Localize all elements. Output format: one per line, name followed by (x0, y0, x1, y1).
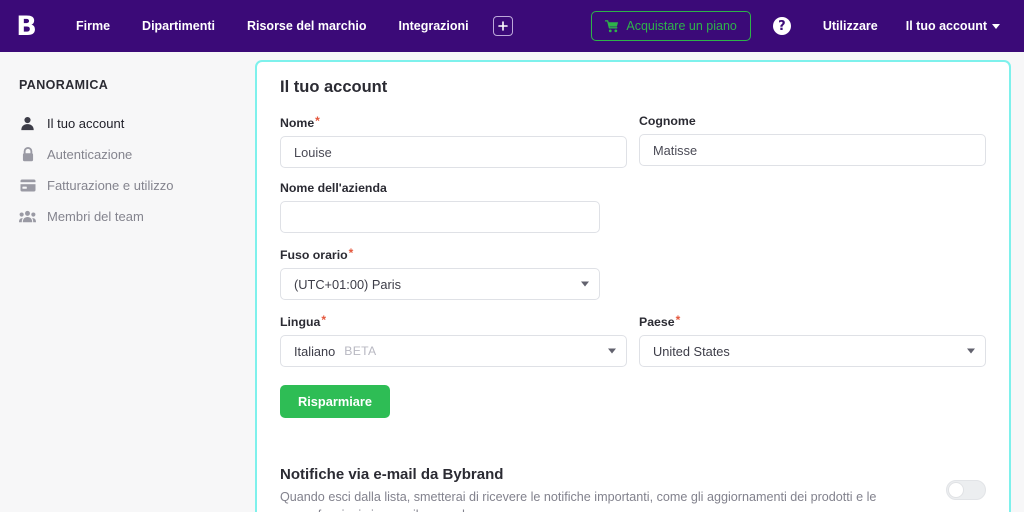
toggle-knob (948, 482, 964, 498)
account-menu-label: Il tuo account (905, 19, 987, 33)
first-name-input[interactable] (280, 136, 627, 168)
page-body: PANORAMICA Il tuo account Autenticazione… (0, 52, 1024, 512)
user-icon (19, 116, 36, 131)
timezone-field: Fuso orario* (UTC+01:00) Paris (280, 246, 986, 300)
country-label: Paese* (639, 313, 681, 329)
shopping-cart-icon (605, 19, 619, 32)
people-group-icon (19, 210, 36, 223)
credit-card-icon (19, 179, 36, 192)
timezone-select-value[interactable]: (UTC+01:00) Paris (280, 268, 600, 300)
first-name-field: Nome* (280, 114, 627, 168)
main-content: Il tuo account Nome* Cognome (250, 52, 1024, 512)
required-marker: * (675, 313, 681, 327)
sidebar: PANORAMICA Il tuo account Autenticazione… (0, 52, 250, 512)
lock-icon (19, 147, 36, 162)
buy-plan-button[interactable]: Acquistare un piano (591, 11, 751, 41)
email-notifications-description: Quando esci dalla lista, smetterai di ri… (280, 490, 877, 512)
locale-row: Lingua* Italiano BETA Paese* United Stat… (280, 313, 986, 380)
sidebar-item-label: Fatturazione e utilizzo (47, 178, 174, 193)
nav-link-firme[interactable]: Firme (60, 0, 126, 52)
company-name-label: Nome dell'azienda (280, 181, 387, 195)
account-settings-card: Il tuo account Nome* Cognome (255, 60, 1011, 512)
page-title: Il tuo account (280, 78, 388, 96)
country-field: Paese* United States (639, 313, 986, 367)
sidebar-item-label: Autenticazione (47, 147, 133, 162)
company-name-field: Nome dell'azienda (280, 181, 986, 233)
timezone-select[interactable]: (UTC+01:00) Paris (280, 268, 600, 300)
bybrand-logo[interactable]: B (0, 0, 52, 52)
email-notifications-text: Notifiche via e-mail da Bybrand Quando e… (280, 466, 895, 512)
last-name-field: Cognome (639, 114, 986, 166)
email-notifications-title: Notifiche via e-mail da Bybrand (280, 466, 504, 483)
sidebar-item-fatturazione-e-utilizzo[interactable]: Fatturazione e utilizzo (19, 170, 250, 201)
email-notifications-section: Notifiche via e-mail da Bybrand Quando e… (280, 466, 986, 512)
nav-link-dipartimenti[interactable]: Dipartimenti (126, 0, 231, 52)
last-name-input[interactable] (639, 134, 986, 166)
timezone-label: Fuso orario* (280, 246, 354, 262)
buy-plan-label: Acquistare un piano (626, 19, 737, 33)
plus-icon (497, 21, 508, 31)
first-name-label: Nome* (280, 114, 320, 130)
top-right-actions: Acquistare un piano ? Utilizzare Il tuo … (591, 0, 1024, 52)
company-name-input[interactable] (280, 201, 600, 233)
language-select-value[interactable]: Italiano BETA (280, 335, 627, 367)
chevron-down-icon (992, 24, 1000, 29)
nav-link-integrazioni[interactable]: Integrazioni (382, 0, 484, 52)
name-row: Nome* Cognome (280, 114, 986, 181)
email-notifications-toggle[interactable] (946, 480, 986, 500)
required-marker: * (315, 114, 320, 128)
main-nav: Firme Dipartimenti Risorse del marchio I… (60, 0, 513, 52)
beta-badge: BETA (344, 344, 377, 358)
top-navigation-bar: B Firme Dipartimenti Risorse del marchio… (0, 0, 1024, 52)
required-marker: * (321, 313, 326, 327)
nav-link-utilizzare[interactable]: Utilizzare (809, 19, 892, 33)
language-field: Lingua* Italiano BETA (280, 313, 627, 367)
sidebar-item-label: Il tuo account (47, 116, 125, 131)
account-menu[interactable]: Il tuo account (892, 19, 1014, 33)
country-select-value[interactable]: United States (639, 335, 986, 367)
language-label: Lingua* (280, 313, 326, 329)
help-icon[interactable]: ? (772, 17, 791, 35)
save-button[interactable]: Risparmiare (280, 385, 390, 418)
sidebar-item-il-tuo-account[interactable]: Il tuo account (19, 108, 250, 139)
sidebar-item-autenticazione[interactable]: Autenticazione (19, 139, 250, 170)
sidebar-item-label: Membri del team (47, 209, 144, 224)
add-new-button[interactable] (492, 16, 513, 36)
last-name-label: Cognome (639, 114, 696, 128)
nav-link-risorse-del-marchio[interactable]: Risorse del marchio (231, 0, 383, 52)
sidebar-item-membri-del-team[interactable]: Membri del team (19, 201, 250, 232)
language-value-text: Italiano (294, 343, 336, 359)
sidebar-section-title: PANORAMICA (19, 78, 109, 92)
language-select[interactable]: Italiano BETA (280, 335, 627, 367)
required-marker: * (348, 246, 354, 260)
country-select[interactable]: United States (639, 335, 986, 367)
